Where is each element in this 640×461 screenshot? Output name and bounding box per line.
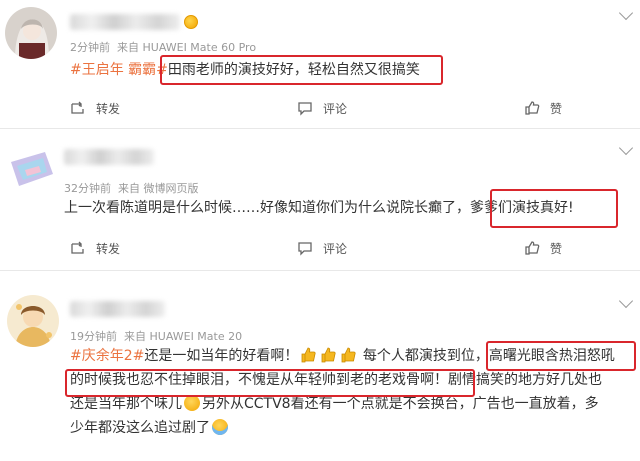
topic-tag-link[interactable]: #王启年 霸霸# xyxy=(70,62,168,78)
like-label: 赞 xyxy=(550,101,563,116)
like-button[interactable]: 赞 xyxy=(524,97,562,119)
comment-body: 还是当年那个味儿 xyxy=(70,396,182,412)
thumbs-up-icon xyxy=(525,241,540,255)
repost-button[interactable]: 转发 xyxy=(70,97,120,119)
comment-line-4: 少年都没这么追过剧了 xyxy=(70,416,230,440)
like-button[interactable]: 赞 xyxy=(524,237,562,259)
avatar[interactable] xyxy=(5,144,57,196)
thumbs-up-emoji-icon xyxy=(321,347,336,363)
comment-highlight-text: 的时候我也忍不住掉眼泪，不愧是从年轻帅到老的老戏骨啊！ xyxy=(70,372,448,388)
username-blurred[interactable] xyxy=(70,14,180,30)
repost-label: 转发 xyxy=(96,101,121,116)
avatar[interactable] xyxy=(7,295,59,347)
action-bar: 转发 评论 赞 xyxy=(0,97,640,119)
chevron-down-icon[interactable] xyxy=(618,5,634,21)
comment-body: 另外从CCTV8看还有一个点就是不会换台，广告也一直放着，多 xyxy=(202,396,599,412)
source-device: 来自 HUAWEI Mate 20 xyxy=(124,330,243,343)
topic-tag-link[interactable]: #庆余年2# xyxy=(70,348,144,364)
comment-line-2: 的时候我也忍不住掉眼泪，不愧是从年轻帅到老的老戏骨啊！剧情搞笑的地方好几处也 xyxy=(70,368,602,392)
comment-text: #王启年 霸霸#田雨老师的演技好好，轻松自然又很搞笑 xyxy=(70,58,420,82)
comment-button[interactable]: 评论 xyxy=(297,237,347,259)
tearful-emoji-icon xyxy=(212,419,228,435)
chevron-down-icon[interactable] xyxy=(618,293,634,309)
comment-button[interactable]: 评论 xyxy=(297,97,347,119)
comment-highlight-text: 田雨老师的演技好好，轻松自然又很搞笑 xyxy=(167,62,420,78)
comment-line-3: 还是当年那个味儿 另外从CCTV8看还有一个点就是不会换台，广告也一直放着，多 xyxy=(70,392,599,416)
comment-card-1: 2分钟前 来自 HUAWEI Mate 60 Pro #王启年 霸霸#田雨老师的演… xyxy=(0,0,640,126)
comment-card-3: 19分钟前 来自 HUAWEI Mate 20 #庆余年2#还是一如当年的好看啊！… xyxy=(0,271,640,461)
comment-highlight-text: 高曙光眼含热泪怒吼 xyxy=(488,348,615,364)
action-bar: 转发 评论 赞 xyxy=(0,237,640,259)
chevron-down-icon[interactable] xyxy=(618,140,634,156)
thumbs-up-icon xyxy=(525,101,540,115)
comment-body: 上一次看陈道明是什么时候……好像知道你们为什么说院长癫了， xyxy=(64,200,470,216)
comment-label: 评论 xyxy=(323,101,348,116)
comment-meta: 2分钟前 来自 HUAWEI Mate 60 Pro xyxy=(70,39,256,55)
comment-text: 上一次看陈道明是什么时候……好像知道你们为什么说院长癫了，爹爹们演技真好! xyxy=(64,196,574,220)
timestamp: 32分钟前 xyxy=(64,182,111,195)
comment-icon xyxy=(298,242,312,256)
thumbs-up-emoji-icon xyxy=(341,347,356,363)
grin-emoji-icon xyxy=(184,395,200,411)
thumbs-up-emoji-icon xyxy=(301,347,316,363)
like-label: 赞 xyxy=(550,241,563,256)
comment-label: 评论 xyxy=(323,241,348,256)
username-blurred[interactable] xyxy=(70,301,165,317)
comment-body: 还是一如当年的好看啊！ xyxy=(144,348,299,364)
username-blurred[interactable] xyxy=(64,149,154,165)
comment-meta: 19分钟前 来自 HUAWEI Mate 20 xyxy=(70,328,242,344)
comment-meta: 32分钟前 来自 微博网页版 xyxy=(64,180,199,196)
comment-body: 每个人都演技到位， xyxy=(362,348,489,364)
comment-body: 少年都没这么追过剧了 xyxy=(70,420,210,436)
comment-card-2: 32分钟前 来自 微博网页版 上一次看陈道明是什么时候……好像知道你们为什么说院长… xyxy=(0,129,640,259)
repost-icon xyxy=(71,101,84,114)
source-device: 来自 微博网页版 xyxy=(118,182,199,195)
timestamp: 2分钟前 xyxy=(70,41,110,54)
comment-body: 剧情搞笑的地方好几处也 xyxy=(448,372,602,388)
repost-icon xyxy=(71,241,84,254)
comment-line-1: #庆余年2#还是一如当年的好看啊！ 每个人都演技到位，高曙光眼含热泪怒吼 xyxy=(70,344,615,368)
medal-icon xyxy=(184,15,198,29)
avatar[interactable] xyxy=(5,7,57,59)
comment-icon xyxy=(298,102,312,116)
source-device: 来自 HUAWEI Mate 60 Pro xyxy=(117,41,257,54)
timestamp: 19分钟前 xyxy=(70,330,117,343)
comment-highlight-text: 爹爹们演技真好! xyxy=(470,200,574,216)
repost-label: 转发 xyxy=(96,241,121,256)
repost-button[interactable]: 转发 xyxy=(70,237,120,259)
